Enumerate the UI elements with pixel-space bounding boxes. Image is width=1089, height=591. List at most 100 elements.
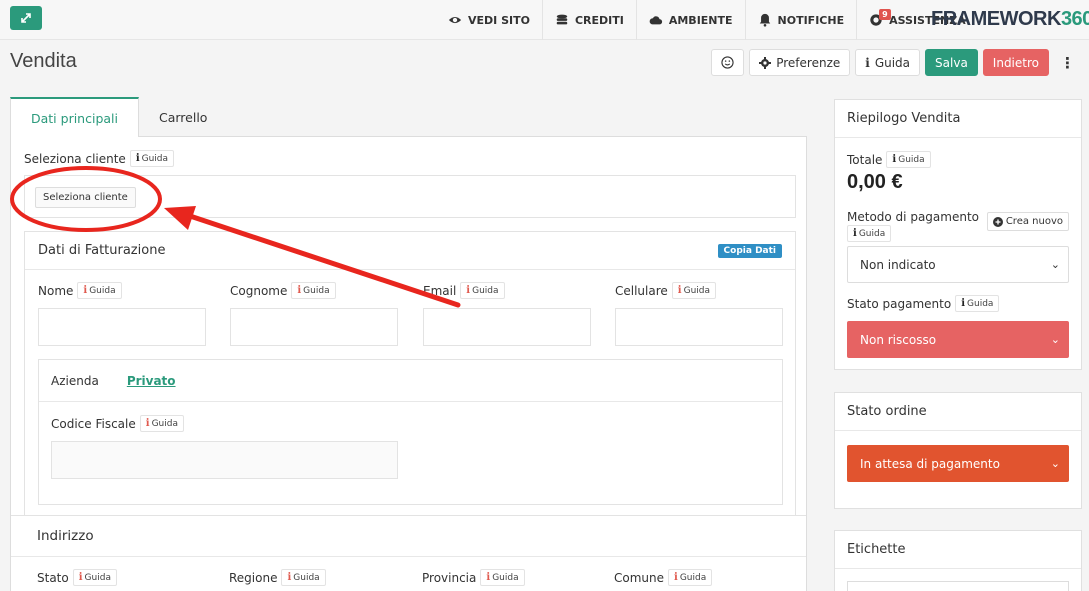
provincia-label-row: Provincia i Guida [422, 569, 525, 586]
stato-ordine-title: Stato ordine [847, 404, 927, 419]
info-icon: i [135, 153, 140, 164]
guida-text: Guida [141, 153, 169, 164]
stato-pagamento-label: Stato pagamento [847, 296, 952, 311]
info-icon: i [466, 285, 471, 296]
eye-icon [448, 16, 462, 24]
stato-ordine-value: In attesa di pagamento [860, 456, 1000, 471]
brand-logo[interactable]: FRAMEWORK360 [931, 8, 1089, 31]
preferenze-button[interactable]: Preferenze [749, 49, 851, 76]
nome-input[interactable] [38, 308, 206, 346]
guida-text: Guida [858, 228, 886, 239]
totale-label-row: Totale i Guida [847, 151, 931, 168]
chevron-down-icon: ⌄ [1050, 258, 1060, 271]
guida-text: Guida [84, 572, 111, 583]
info-icon: i [892, 154, 897, 165]
etichette-header: Etichette [835, 531, 1081, 569]
guida-text: Guida [303, 285, 330, 296]
guida-chip[interactable]: i Guida [460, 282, 505, 299]
guida-chip[interactable]: i Guida [139, 415, 184, 432]
tab-privato[interactable]: Privato [127, 374, 176, 388]
nav-crediti[interactable]: CREDITI [541, 0, 636, 40]
guida-text: Guida [492, 572, 519, 583]
codice-fiscale-label: Codice Fiscale [51, 416, 136, 431]
guida-text: Guida [293, 572, 320, 583]
provincia-label: Provincia [422, 570, 477, 585]
guida-chip[interactable]: i Guida [480, 569, 525, 586]
copia-dati-button[interactable]: Copia Dati [717, 244, 782, 258]
metodo-pagamento-select[interactable]: Non indicato ⌄ [847, 246, 1069, 283]
seleziona-cliente-label: Seleziona cliente [24, 151, 126, 166]
crea-nuovo-button[interactable]: Crea nuovo [986, 212, 1069, 231]
tipo-cliente-tabs: Azienda Privato [39, 360, 782, 402]
smiley-icon [721, 56, 734, 69]
guida-chip[interactable]: i Guida [77, 282, 122, 299]
cellulare-input[interactable] [615, 308, 783, 346]
totale-label: Totale [847, 152, 883, 167]
back-button[interactable]: Indietro [982, 49, 1049, 76]
guida-chip[interactable]: i Guida [671, 282, 717, 299]
seleziona-cliente-button[interactable]: Seleziona cliente [35, 187, 136, 208]
nav-label: NOTIFICHE [777, 13, 845, 27]
indirizzo-title: Indirizzo [37, 528, 94, 544]
guida-chip[interactable]: i Guida [955, 295, 1000, 312]
tab-dati-principali[interactable]: Dati principali [10, 97, 139, 138]
guida-chip[interactable]: i Guida [129, 150, 175, 167]
expand-button[interactable] [10, 6, 42, 30]
email-label: Email [423, 283, 457, 298]
email-label-row: Email i Guida [423, 282, 505, 299]
logo-number: 360 [1060, 8, 1089, 30]
guida-chip[interactable]: i Guida [886, 151, 931, 168]
cognome-input[interactable] [230, 308, 398, 346]
save-button[interactable]: Salva [925, 49, 978, 76]
chevron-down-icon: ⌄ [1050, 333, 1060, 346]
tab-carrello[interactable]: Carrello [139, 97, 227, 137]
nav-notifiche[interactable]: NOTIFICHE [744, 0, 857, 40]
info-icon: i [853, 228, 857, 239]
guida-label: Guida [874, 55, 911, 70]
info-icon: i [145, 418, 150, 429]
codice-fiscale-input[interactable] [51, 441, 398, 479]
back-label: Indietro [992, 55, 1039, 70]
cloud-icon [649, 16, 662, 25]
guida-chip[interactable]: i Guida [668, 569, 713, 586]
guida-chip[interactable]: i Guida [847, 225, 892, 242]
codice-fiscale-label-row: Codice Fiscale i Guida [51, 415, 184, 432]
info-icon: i [677, 285, 682, 296]
info-icon: i [287, 572, 292, 583]
fatturazione-header: Dati di Fatturazione Copia Dati [25, 232, 795, 270]
riepilogo-card: Riepilogo Vendita Totale i Guida 0,00 € M… [834, 99, 1082, 370]
crea-nuovo-label: Crea nuovo [1005, 216, 1063, 227]
tab-azienda[interactable]: Azienda [51, 374, 99, 388]
nav-vedi-sito[interactable]: VEDI SITO [436, 0, 542, 40]
top-bar: VEDI SITO CREDITI AMBIENTE NOTIFICHE 9 A… [0, 0, 1089, 40]
feedback-button[interactable] [711, 49, 745, 76]
guida-chip[interactable]: i Guida [72, 569, 117, 586]
totale-value: 0,00 € [847, 171, 903, 193]
info-icon: i [78, 572, 83, 583]
email-input[interactable] [423, 308, 591, 346]
guida-text: Guida [967, 298, 994, 309]
save-label: Salva [935, 55, 968, 70]
more-vertical-icon: ⋮ [1060, 53, 1075, 72]
more-menu-button[interactable]: ⋮ [1054, 49, 1081, 76]
main-tabs: Dati principali Carrello [10, 97, 807, 138]
stato-pagamento-value: Non riscosso [860, 332, 937, 347]
stato-ordine-select[interactable]: In attesa di pagamento ⌄ [847, 445, 1069, 482]
stato-label: Stato [37, 570, 69, 585]
guida-text: Guida [151, 418, 178, 429]
guida-button[interactable]: i Guida [855, 49, 921, 76]
nav-ambiente[interactable]: AMBIENTE [635, 0, 745, 40]
guida-text: Guida [683, 285, 711, 296]
info-icon: i [961, 298, 966, 309]
guida-text: Guida [679, 572, 707, 583]
chevron-down-icon: ⌄ [1050, 457, 1060, 470]
stato-pagamento-select[interactable]: Non riscosso ⌄ [847, 321, 1069, 358]
info-icon: i [486, 572, 491, 583]
guida-chip[interactable]: i Guida [291, 282, 336, 299]
regione-label: Regione [229, 570, 278, 585]
guida-chip[interactable]: i Guida [281, 569, 326, 586]
guida-text: Guida [898, 154, 925, 165]
riepilogo-title: Riepilogo Vendita [847, 111, 961, 126]
etichette-input[interactable] [847, 581, 1069, 591]
guida-text: Guida [472, 285, 499, 296]
